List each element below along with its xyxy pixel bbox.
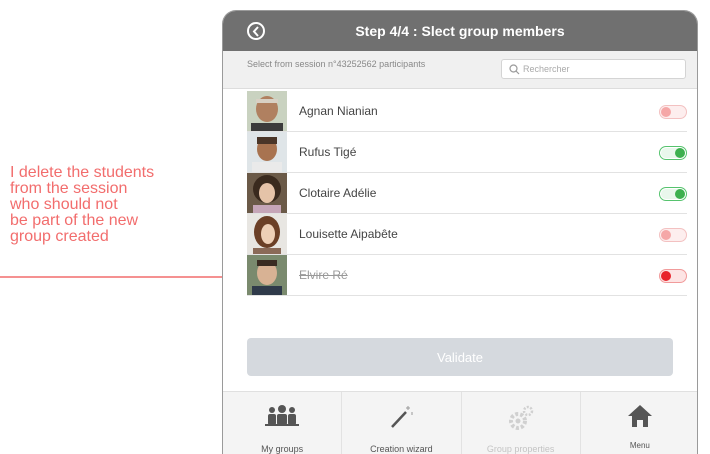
tab-label: Menu <box>629 441 650 450</box>
page-title: Step 4/4 : Slect group members <box>355 23 565 39</box>
tab-menu[interactable]: Menu <box>581 392 697 454</box>
search-input[interactable] <box>523 62 678 76</box>
avatar <box>247 214 287 254</box>
participant-name: Elvire Ré <box>299 268 348 282</box>
tab-label: My groups <box>261 444 304 454</box>
list-item: Rufus Tigé <box>247 132 687 173</box>
participant-toggle[interactable] <box>659 228 687 242</box>
tab-creation-wizard[interactable]: Creation wizard <box>342 392 462 454</box>
search-icon <box>509 64 520 75</box>
participant-toggle[interactable] <box>659 187 687 201</box>
chevron-left-circle-icon[interactable] <box>247 22 265 40</box>
tab-group-properties[interactable]: Group properties <box>462 392 581 454</box>
tab-bar: My groups Creation wizard Group properti… <box>223 391 697 454</box>
tab-my-groups[interactable]: My groups <box>223 392 343 454</box>
header-bar: Step 4/4 : Slect group members <box>223 11 697 51</box>
participant-name: Louisette Aipabête <box>299 227 398 241</box>
annotation-text: I delete the students from the session w… <box>10 164 155 245</box>
list-item: Agnan Nianian <box>247 91 687 132</box>
participant-list: Agnan Nianian Rufus Tigé Clotaire Adélie… <box>247 91 687 296</box>
search-box[interactable] <box>501 59 686 79</box>
list-item: Louisette Aipabête <box>247 214 687 255</box>
magic-wand-icon <box>391 406 413 428</box>
app-screen: Step 4/4 : Slect group members Select fr… <box>222 10 698 454</box>
list-item: Elvire Ré <box>247 255 687 296</box>
avatar <box>247 173 287 213</box>
gears-icon <box>508 405 533 430</box>
avatar <box>247 255 287 295</box>
home-icon <box>627 405 652 427</box>
avatar <box>247 91 287 131</box>
participant-name: Agnan Nianian <box>299 104 378 118</box>
session-info: Select from session n°43252562 participa… <box>247 59 426 69</box>
tab-label: Creation wizard <box>370 444 433 454</box>
group-icon <box>265 405 300 426</box>
participant-name: Clotaire Adélie <box>299 186 377 200</box>
tab-label: Group properties <box>486 444 555 454</box>
participant-toggle[interactable] <box>659 269 687 283</box>
validate-button[interactable]: Validate <box>247 338 673 376</box>
participant-toggle[interactable] <box>659 146 687 160</box>
session-subheader: Select from session n°43252562 participa… <box>223 51 697 89</box>
list-item: Clotaire Adélie <box>247 173 687 214</box>
participant-name: Rufus Tigé <box>299 145 357 159</box>
avatar <box>247 132 287 172</box>
participant-toggle[interactable] <box>659 105 687 119</box>
